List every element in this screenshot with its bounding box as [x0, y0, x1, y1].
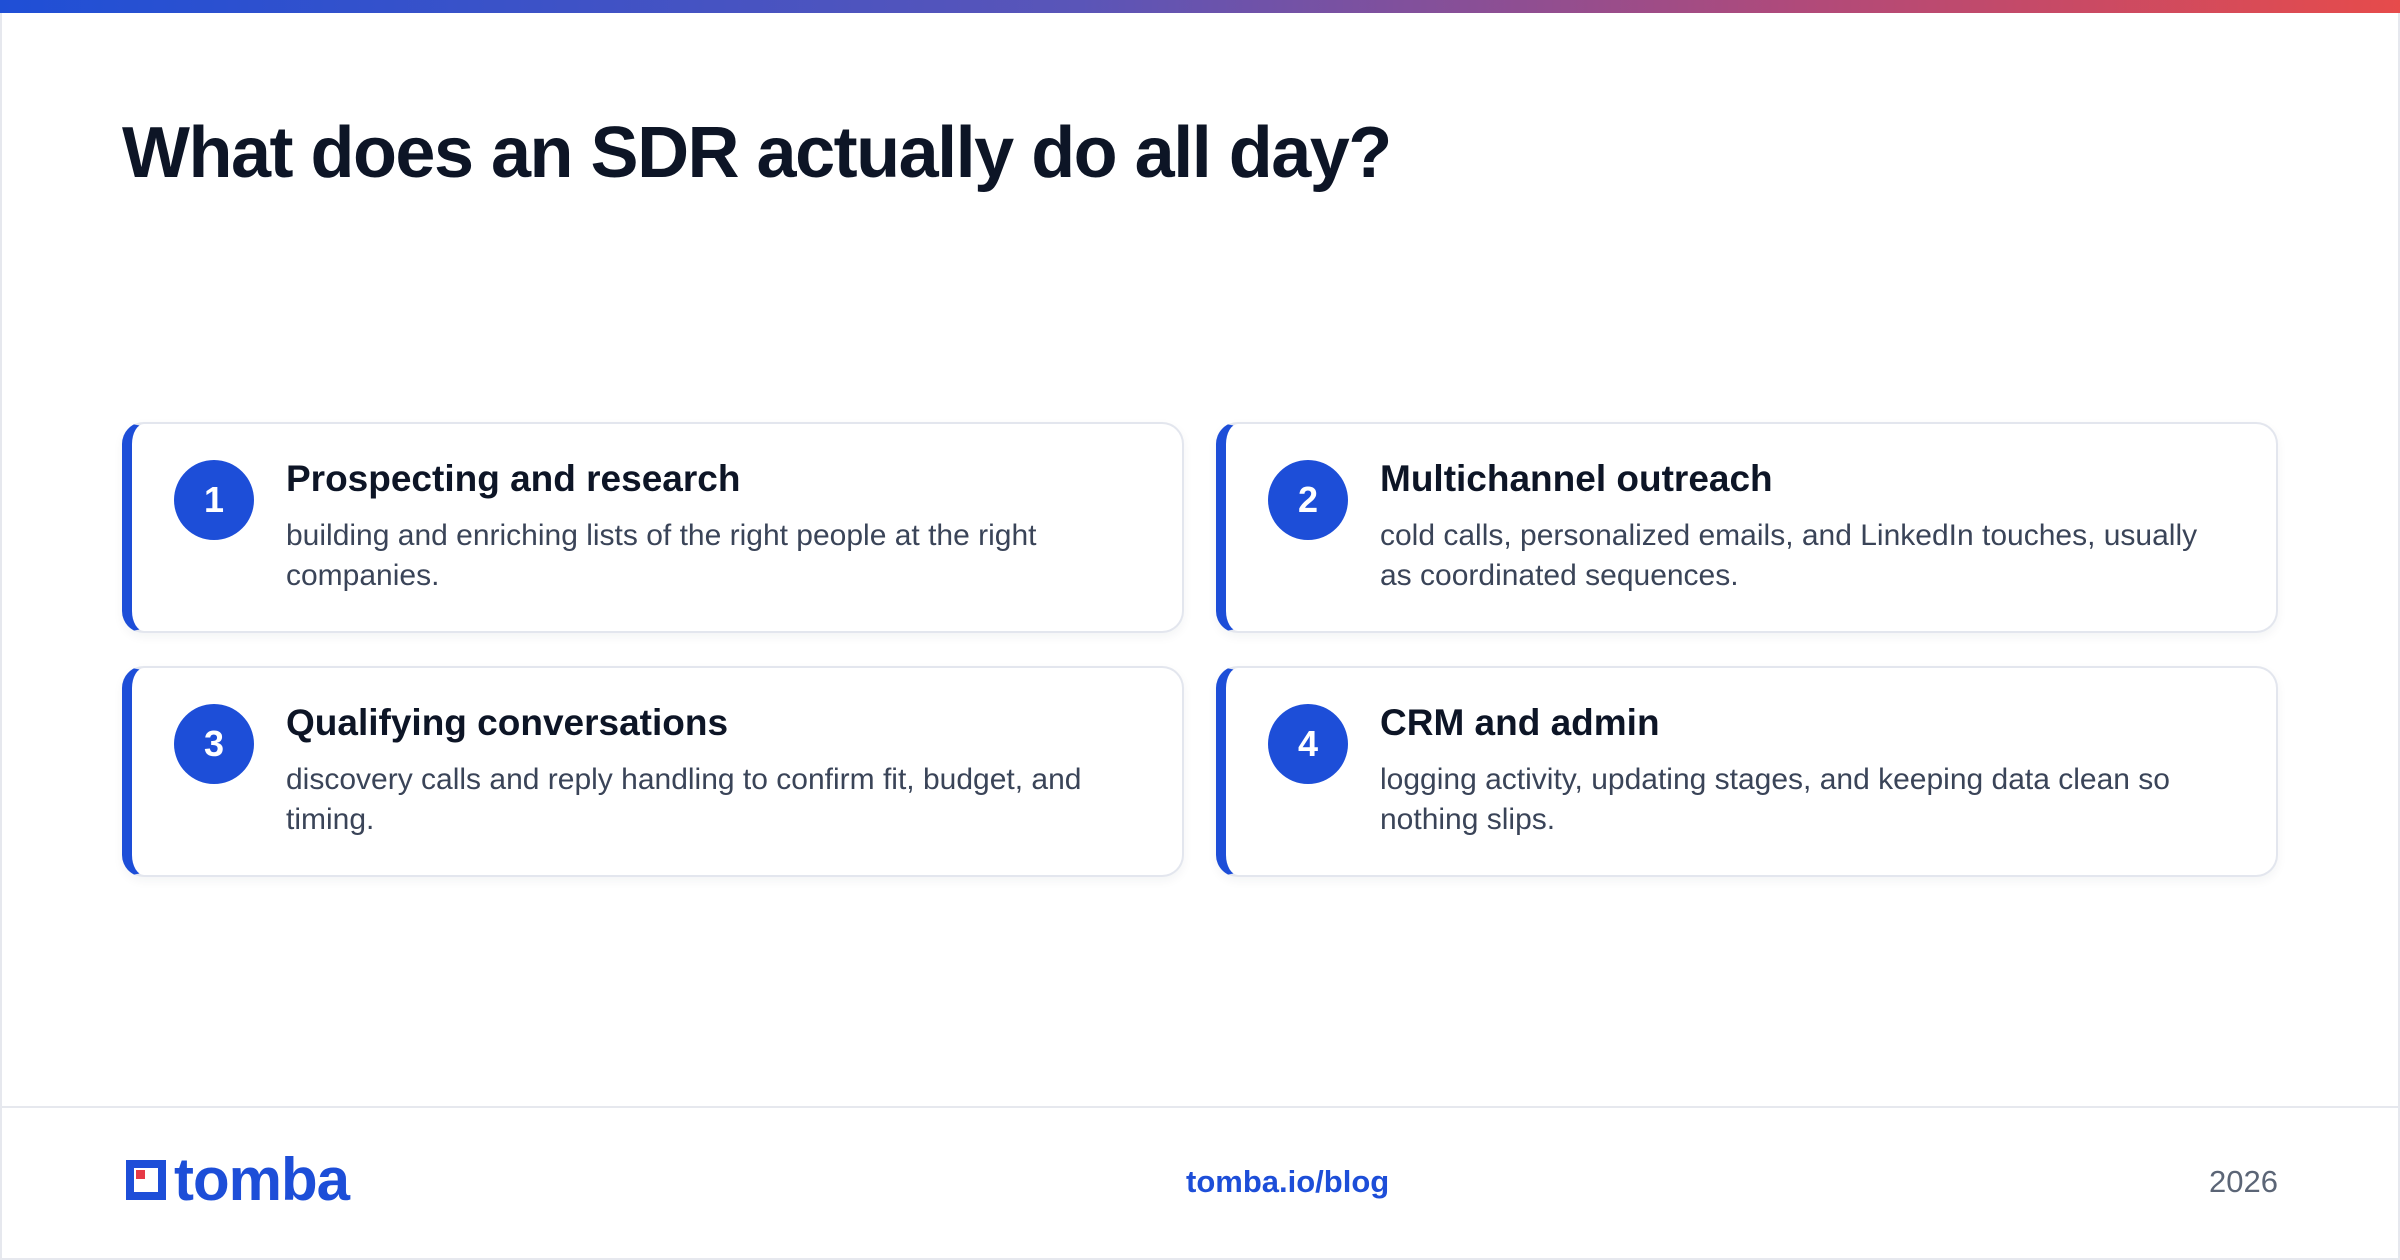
card-title: CRM and admin: [1380, 702, 1660, 743]
card-description: cold calls, personalized emails, and Lin…: [1380, 519, 2198, 592]
logo-wordmark: tomba: [174, 1146, 350, 1213]
card-description: building and enriching lists of the righ…: [286, 519, 1037, 592]
step-number-badge: 4: [1268, 704, 1348, 784]
card-prospecting[interactable]: 1 Prospecting and research building and …: [122, 422, 1184, 633]
blog-link[interactable]: tomba.io/blog: [1186, 1164, 1389, 1200]
page-title: What does an SDR actually do all day?: [122, 113, 1392, 193]
top-gradient-bar: [0, 0, 2400, 13]
card-crm-admin[interactable]: 4 CRM and admin logging activity, updati…: [1216, 666, 2278, 877]
tomba-logo[interactable]: tomba: [122, 1146, 350, 1213]
step-number-badge: 3: [174, 704, 254, 784]
cards-grid: 1 Prospecting and research building and …: [122, 422, 2278, 877]
card-title: Qualifying conversations: [286, 702, 729, 743]
footer-year: 2026: [2209, 1164, 2278, 1199]
card-title: Multichannel outreach: [1380, 458, 1773, 499]
card-description: discovery calls and reply handling to co…: [286, 763, 1082, 836]
footer-divider: [0, 1106, 2400, 1108]
step-number-badge: 2: [1268, 460, 1348, 540]
step-number-badge: 1: [174, 460, 254, 540]
card-title: Prospecting and research: [286, 458, 741, 499]
tomba-logo-icon: [126, 1160, 166, 1200]
card-outreach[interactable]: 2 Multichannel outreach cold calls, pers…: [1216, 422, 2278, 633]
card-description: logging activity, updating stages, and k…: [1380, 763, 2170, 836]
card-qualifying[interactable]: 3 Qualifying conversations discovery cal…: [122, 666, 1184, 877]
